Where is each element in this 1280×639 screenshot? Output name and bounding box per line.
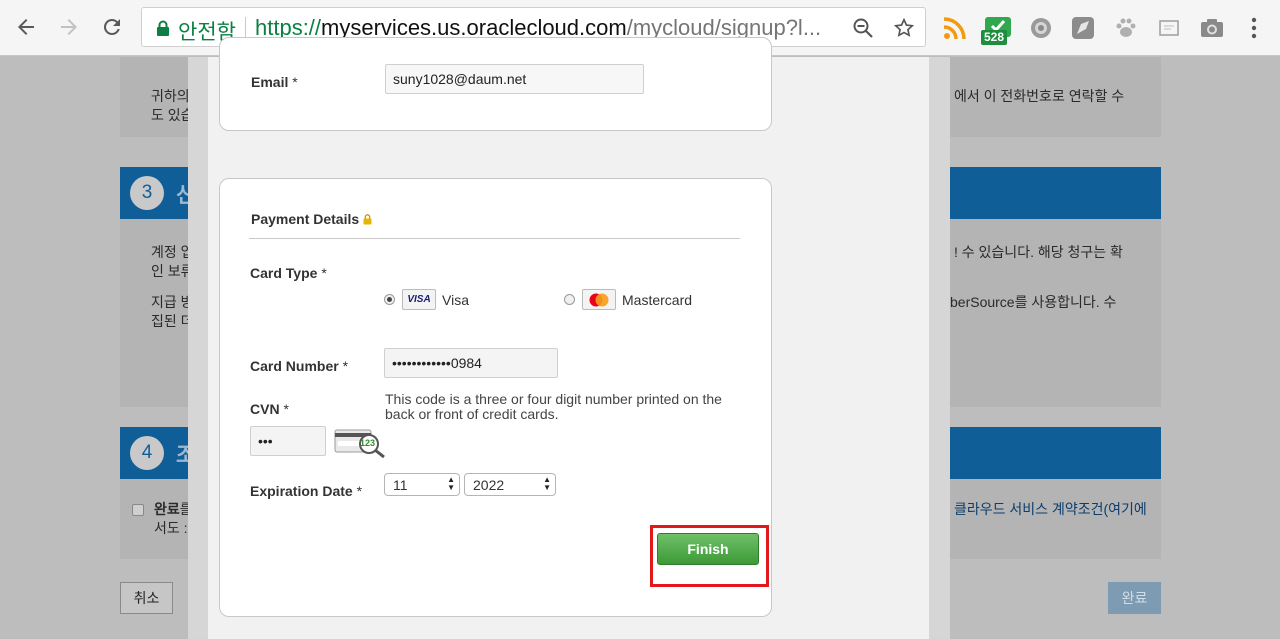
mastercard-icon xyxy=(589,293,609,306)
forward-button[interactable] xyxy=(54,12,84,42)
paw-extension-icon[interactable] xyxy=(1110,12,1142,44)
card-number-field[interactable]: ••••••••••••0984 xyxy=(384,348,558,378)
reload-button[interactable] xyxy=(97,12,127,42)
payment-modal: Email * suny1028@daum.net Payment Detail… xyxy=(188,37,950,639)
back-arrow-icon xyxy=(18,19,34,35)
email-label: Email * xyxy=(251,74,298,90)
lock-icon xyxy=(157,20,169,36)
agree-terms-text-left: 완료를 서도 : xyxy=(154,501,193,536)
agree-terms-checkbox[interactable] xyxy=(132,504,144,516)
expiration-month-value: 11 xyxy=(393,476,408,493)
expiration-date-label: Expiration Date * xyxy=(250,483,363,499)
payment-info-text-right-2: berSource를 사용합니다. 수 xyxy=(950,294,1117,310)
spinner-arrows-icon: ▲ ▼ xyxy=(543,475,551,492)
menu-kebab-icon[interactable] xyxy=(1238,12,1270,44)
expiration-year-value: 2022 xyxy=(473,476,505,493)
visa-radio[interactable] xyxy=(384,294,395,305)
mastercard-logo xyxy=(582,289,616,310)
modal-content: Email * suny1028@daum.net Payment Detail… xyxy=(208,37,929,639)
heading-divider xyxy=(249,238,740,239)
phone-info-text-right: 에서 이 전화번호로 연락할 수 xyxy=(954,88,1125,104)
camera-extension-icon[interactable] xyxy=(1196,12,1228,44)
payment-info-text-right-1: ! 수 있습니다. 해당 청구는 확 xyxy=(954,244,1123,260)
bookmark-star-icon[interactable] xyxy=(892,16,916,40)
cancel-button[interactable]: 취소 xyxy=(120,582,173,614)
visa-logo: VISA xyxy=(402,289,436,310)
cvn-field[interactable]: ••• xyxy=(250,426,326,456)
section-4-number: 4 xyxy=(130,436,164,470)
complete-button[interactable]: 완료 xyxy=(1108,582,1161,614)
cvn-label: CVN * xyxy=(250,401,289,417)
zoom-icon[interactable] xyxy=(851,16,875,40)
visa-label: Visa xyxy=(442,292,469,308)
extension-badge: 528 xyxy=(981,30,1008,45)
padlock-icon xyxy=(363,214,372,225)
payment-details-heading: Payment Details xyxy=(251,211,372,227)
section-3-number: 3 xyxy=(130,176,164,210)
cvn-card-icon: 123 xyxy=(334,428,388,459)
mastercard-label: Mastercard xyxy=(622,292,693,308)
gear-extension-icon[interactable] xyxy=(1025,12,1057,44)
finish-button[interactable]: Finish xyxy=(657,533,759,565)
mastercard-radio[interactable] xyxy=(564,294,575,305)
cvn-hint: This code is a three or four digit numbe… xyxy=(385,391,722,422)
card-number-label: Card Number * xyxy=(250,358,349,374)
terms-link[interactable]: 클라우드 서비스 계약조건(여기에 xyxy=(954,500,1147,519)
cvn-image-text: 123 xyxy=(360,438,376,448)
forward-arrow-icon xyxy=(61,19,77,35)
rss-icon[interactable] xyxy=(939,12,971,44)
reader-extension-icon[interactable] xyxy=(1153,12,1185,44)
expiration-year-select[interactable]: 2022 ▲ ▼ xyxy=(464,473,556,496)
reload-icon xyxy=(103,18,120,35)
note-extension-icon[interactable] xyxy=(1067,12,1099,44)
card-type-label: Card Type * xyxy=(250,265,327,281)
expiration-month-select[interactable]: 11 ▲ ▼ xyxy=(384,473,460,496)
back-button[interactable] xyxy=(11,12,41,42)
spinner-arrows-icon: ▲ ▼ xyxy=(447,475,455,492)
url-separator xyxy=(245,17,246,39)
account-info-card: Email * suny1028@daum.net xyxy=(219,37,772,131)
email-field[interactable]: suny1028@daum.net xyxy=(385,64,644,94)
